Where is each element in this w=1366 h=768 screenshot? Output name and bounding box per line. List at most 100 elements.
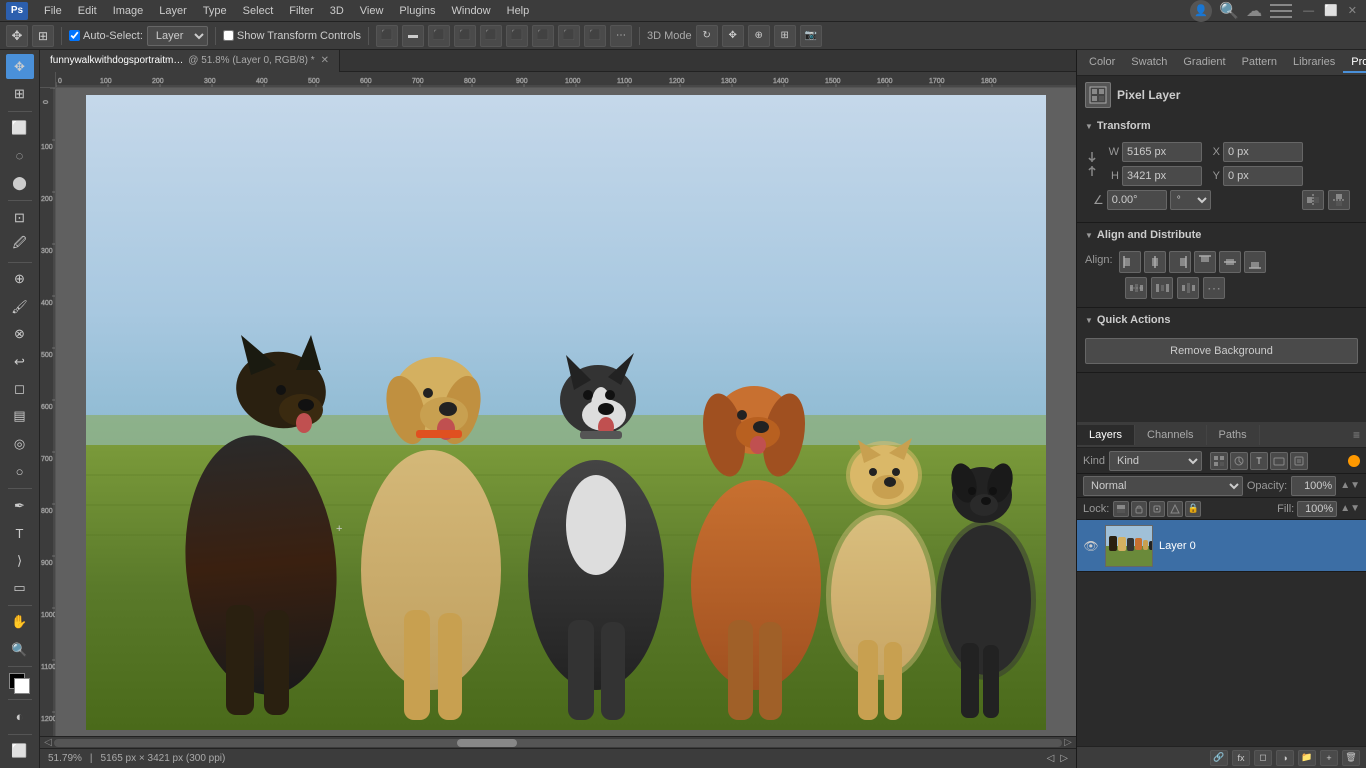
- lock-all-btn[interactable]: 🔒: [1185, 501, 1201, 517]
- align-right-btn[interactable]: ⬛: [428, 25, 450, 47]
- opacity-stepper[interactable]: ▲▼: [1340, 480, 1360, 491]
- align-right-edge-btn[interactable]: [1169, 251, 1191, 273]
- nav-prev[interactable]: ◁: [1047, 753, 1055, 764]
- lock-artboard-btn[interactable]: [1149, 501, 1165, 517]
- new-layer-btn[interactable]: +: [1320, 750, 1338, 766]
- horizontal-scrollbar[interactable]: ◁ ▷: [40, 736, 1076, 748]
- delete-layer-btn[interactable]: 🗑: [1342, 750, 1360, 766]
- more-options-btn[interactable]: ⋯: [610, 25, 632, 47]
- brush-tool[interactable]: 🖌: [6, 294, 34, 319]
- cloud-icon[interactable]: ☁: [1246, 1, 1262, 21]
- align-header[interactable]: ▼ Align and Distribute: [1077, 223, 1366, 247]
- type-tool[interactable]: T: [6, 520, 34, 545]
- menu-window[interactable]: Window: [444, 3, 499, 19]
- crop-tool[interactable]: ⊡: [6, 205, 34, 230]
- active-tab[interactable]: funnywalkwithdogsportraitmanydogsGermans…: [40, 50, 340, 72]
- distribute-mid-btn[interactable]: ⬛: [584, 25, 606, 47]
- lasso-tool[interactable]: ◌: [6, 143, 34, 168]
- align-left-edge-btn[interactable]: [1119, 251, 1141, 273]
- link-proportions-icon[interactable]: [1085, 157, 1099, 171]
- lock-image-btn[interactable]: [1131, 501, 1147, 517]
- w-input[interactable]: [1122, 142, 1202, 162]
- history-brush-tool[interactable]: ↩: [6, 349, 34, 374]
- align-bottom-edge-btn[interactable]: [1244, 251, 1266, 273]
- dist-left-btn[interactable]: [1125, 277, 1147, 299]
- align-center-btn[interactable]: ▬: [402, 25, 424, 47]
- y-input[interactable]: [1223, 166, 1303, 186]
- quick-actions-header[interactable]: ▼ Quick Actions: [1077, 308, 1366, 332]
- zoom-tool[interactable]: 🔍: [6, 637, 34, 662]
- filter-kind-dropdown[interactable]: Kind Name Effect Mode Attribute Color Sm…: [1109, 451, 1202, 471]
- scroll-left-btn[interactable]: ◁: [42, 737, 54, 749]
- h-input[interactable]: [1122, 166, 1202, 186]
- search-icon[interactable]: 🔍: [1219, 1, 1239, 21]
- 3d-pan-btn[interactable]: ✥: [722, 25, 744, 47]
- workspace-switcher[interactable]: [1270, 4, 1292, 18]
- tab-channels[interactable]: Channels: [1135, 425, 1206, 445]
- layer-visibility-btn[interactable]: 👁: [1083, 538, 1099, 554]
- auto-select-checkbox[interactable]: [69, 30, 80, 41]
- move-tool[interactable]: ✥: [6, 54, 34, 79]
- angle-input[interactable]: [1107, 190, 1167, 210]
- layer-item[interactable]: 👁: [1077, 520, 1366, 572]
- filter-pixel-icon[interactable]: [1210, 452, 1228, 470]
- gradient-tool[interactable]: ▤: [6, 404, 34, 429]
- tab-properties[interactable]: Properties: [1343, 53, 1366, 73]
- 3d-rotate-btn[interactable]: ↻: [696, 25, 718, 47]
- maximize-btn[interactable]: ⬜: [1324, 4, 1338, 17]
- shape-tool[interactable]: ▭: [6, 575, 34, 600]
- x-input[interactable]: [1223, 142, 1303, 162]
- align-center-h-btn[interactable]: [1144, 251, 1166, 273]
- arrange-option[interactable]: ⊞: [32, 25, 54, 47]
- blur-tool[interactable]: ◎: [6, 431, 34, 456]
- healing-tool[interactable]: ⊕: [6, 267, 34, 292]
- hand-tool[interactable]: ✋: [6, 610, 34, 635]
- link-layers-btn[interactable]: 🔗: [1210, 750, 1228, 766]
- align-top-edge-btn[interactable]: [1194, 251, 1216, 273]
- lock-position-btn[interactable]: [1167, 501, 1183, 517]
- close-btn[interactable]: ✕: [1348, 4, 1357, 17]
- filter-smartobj-icon[interactable]: [1290, 452, 1308, 470]
- add-mask-btn[interactable]: ◻: [1254, 750, 1272, 766]
- tab-gradient[interactable]: Gradient: [1175, 53, 1233, 73]
- align-center-v-btn[interactable]: [1219, 251, 1241, 273]
- align-left-btn[interactable]: ⬛: [376, 25, 398, 47]
- blend-mode-dropdown[interactable]: Normal Dissolve Multiply Screen Overlay …: [1083, 476, 1243, 496]
- menu-view[interactable]: View: [352, 3, 392, 19]
- new-fill-layer-btn[interactable]: ◑: [1276, 750, 1294, 766]
- dist-center-btn[interactable]: [1151, 277, 1173, 299]
- pen-tool[interactable]: ✒: [6, 493, 34, 518]
- layers-panel-options-btn[interactable]: ≡: [1347, 422, 1366, 448]
- filter-shape-icon[interactable]: [1270, 452, 1288, 470]
- tab-close-btn[interactable]: ✕: [321, 55, 329, 66]
- fill-input[interactable]: [1297, 501, 1337, 517]
- filter-toggle-btn[interactable]: [1348, 455, 1360, 467]
- 3d-move-btn[interactable]: ⊞: [774, 25, 796, 47]
- filter-adjustment-icon[interactable]: [1230, 452, 1248, 470]
- 3d-dolly-btn[interactable]: ⊕: [748, 25, 770, 47]
- scrollbar-track[interactable]: [54, 739, 1062, 747]
- scrollbar-thumb[interactable]: [457, 739, 517, 747]
- path-select-tool[interactable]: ⟩: [6, 548, 34, 573]
- align-top-btn[interactable]: ⬛: [454, 25, 476, 47]
- tab-layers[interactable]: Layers: [1077, 425, 1135, 445]
- user-avatar[interactable]: 👤: [1190, 0, 1212, 22]
- menu-select[interactable]: Select: [235, 3, 282, 19]
- scroll-right-btn[interactable]: ▷: [1062, 737, 1074, 749]
- fill-stepper[interactable]: ▲▼: [1340, 503, 1360, 514]
- menu-layer[interactable]: Layer: [151, 3, 195, 19]
- canvas-wrapper[interactable]: +: [56, 88, 1076, 736]
- distribute-h-btn[interactable]: ⬛: [532, 25, 554, 47]
- marquee-tool[interactable]: ⬜: [6, 116, 34, 141]
- move-tool-option[interactable]: ✥: [6, 25, 28, 47]
- tab-color[interactable]: Color: [1081, 53, 1123, 73]
- show-transform-checkbox[interactable]: [223, 30, 234, 41]
- menu-edit[interactable]: Edit: [70, 3, 105, 19]
- eraser-tool[interactable]: ◻: [6, 376, 34, 401]
- menu-type[interactable]: Type: [195, 3, 235, 19]
- filter-type-icon[interactable]: T: [1250, 452, 1268, 470]
- eyedropper-tool[interactable]: 🖉: [6, 232, 34, 257]
- menu-3d[interactable]: 3D: [322, 3, 352, 19]
- minimize-btn[interactable]: —: [1303, 5, 1314, 17]
- quick-mask-tool[interactable]: ◐: [6, 704, 34, 729]
